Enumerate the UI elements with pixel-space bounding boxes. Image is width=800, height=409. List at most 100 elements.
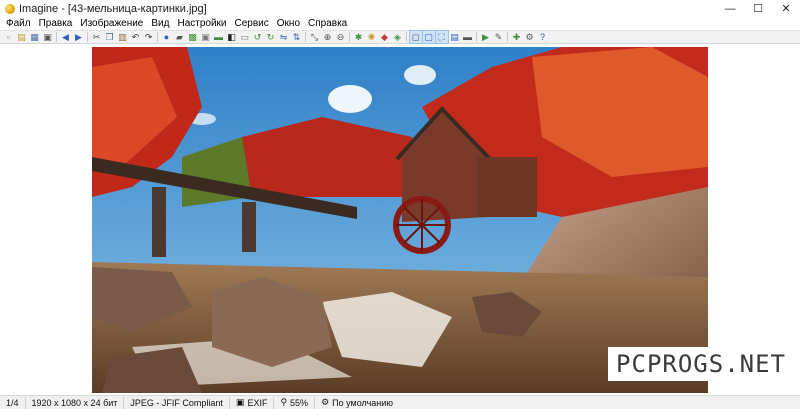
printer-button[interactable]: ▣ [200, 31, 212, 43]
print-icon: ▣ [43, 32, 52, 42]
status-zoom[interactable]: ⚲ 55% [274, 396, 316, 409]
rotate-right-icon: ↻ [266, 32, 275, 42]
brightness-button[interactable]: ✺ [366, 31, 378, 43]
status-zoom-value: 55% [290, 397, 309, 408]
flip-icon: ⇋ [279, 32, 288, 42]
menu-settings[interactable]: Настройки [173, 18, 230, 29]
back-button[interactable]: ◀ [60, 31, 72, 43]
close-button[interactable]: ✕ [772, 0, 800, 17]
tools-icon: ✎ [494, 32, 503, 42]
rotate-right-button[interactable]: ↻ [265, 31, 277, 43]
monitor-button[interactable]: ▬ [462, 31, 474, 43]
fullscreen-icon: ⛶ [438, 32, 445, 42]
cut-icon: ✂ [92, 32, 101, 42]
filter-button[interactable]: ◈ [392, 31, 404, 43]
toolbar-separator [157, 32, 158, 42]
rotate-left-button[interactable]: ↺ [252, 31, 264, 43]
status-mode[interactable]: ⚙ По умолчанию [315, 397, 399, 409]
filter-icon: ◈ [394, 32, 401, 42]
toolbar-separator [56, 32, 57, 42]
fullscreen-button[interactable]: ⛶ [434, 30, 449, 44]
scanner-icon: ▬ [214, 32, 223, 42]
printer-icon: ▣ [201, 32, 210, 42]
help-icon: ? [539, 32, 545, 42]
actual-size-button[interactable]: ▢ [421, 30, 436, 44]
plugin-icon: ✚ [512, 32, 521, 42]
window-controls: — ☐ ✕ [716, 0, 800, 17]
info-button[interactable]: ● [161, 31, 173, 43]
toolbar-separator [406, 32, 407, 42]
slideshow-button[interactable]: ▶ [480, 31, 492, 43]
save-icon: ▦ [30, 32, 39, 42]
forward-button[interactable]: ▶ [73, 31, 85, 43]
fit-button[interactable]: ◻ [408, 30, 423, 44]
actual-size-icon: ▢ [424, 32, 433, 42]
scanner-button[interactable]: ▬ [213, 31, 225, 43]
flip-button[interactable]: ⇋ [278, 31, 290, 43]
mirror-button[interactable]: ⇅ [291, 31, 303, 43]
toolbar: ▫ ▤ ▦ ▣ ◀ ▶ ✂ ❐ ▥ ↶ ↷ ● ▰ ▩ ▣ ▬ ◧ ▭ ↺ ↻ ⇋ ⇅ ⤡ ⊕ ⊖ ✱ ✺ ◆ ◈ ◻ ▢ ⛶ ▤ ▬ ▶ ✎ ✚ ⚙? [0, 30, 800, 44]
toolbar-separator [507, 32, 508, 42]
effect-icon: ✱ [354, 32, 363, 42]
tools-button[interactable]: ✎ [493, 31, 505, 43]
resize-button[interactable]: ⤡ [309, 31, 321, 43]
menu-view[interactable]: Вид [147, 18, 173, 29]
crop-button[interactable]: ▭ [239, 31, 251, 43]
paste-button[interactable]: ▥ [117, 31, 129, 43]
image-button[interactable]: ▩ [187, 31, 199, 43]
image-canvas[interactable]: PCPROGS.NET [0, 45, 800, 395]
color-button[interactable]: ◆ [379, 31, 391, 43]
redo-icon: ↷ [144, 32, 153, 42]
undo-button[interactable]: ↶ [130, 31, 142, 43]
crop-icon: ▭ [240, 32, 249, 42]
copy-button[interactable]: ❐ [104, 31, 116, 43]
copy-icon: ❐ [105, 32, 114, 42]
zoom-in-button[interactable]: ⊕ [322, 31, 334, 43]
photo-image [92, 47, 708, 393]
status-exif-label: EXIF [247, 397, 268, 408]
effect-button[interactable]: ✱ [353, 31, 365, 43]
menu-file[interactable]: Файл [2, 18, 35, 29]
menu-tools[interactable]: Сервис [231, 18, 273, 29]
undo-icon: ↶ [131, 32, 140, 42]
paste-icon: ▥ [118, 32, 127, 42]
settings-icon: ⚙ [321, 397, 330, 407]
watermark-logo: PCPROGS.NET [608, 347, 794, 381]
help-button[interactable]: ? [537, 31, 549, 43]
new-icon: ▫ [6, 32, 11, 42]
image-icon: ▩ [188, 32, 197, 42]
new-button[interactable]: ▫ [3, 31, 15, 43]
monitor-icon: ▬ [463, 32, 472, 42]
minimize-button[interactable]: — [716, 0, 744, 17]
menu-image[interactable]: Изображение [76, 18, 147, 29]
menu-edit[interactable]: Правка [35, 18, 77, 29]
camera-icon: ▣ [235, 397, 245, 407]
status-image-index: 1/4 [0, 396, 26, 409]
window-button[interactable]: ▤ [449, 31, 461, 43]
maximize-button[interactable]: ☐ [744, 0, 772, 17]
save-button[interactable]: ▦ [29, 31, 41, 43]
resize-icon: ⤡ [310, 32, 319, 42]
fit-icon: ◻ [411, 32, 420, 42]
camera-button[interactable]: ▰ [174, 31, 186, 43]
settings-button[interactable]: ⚙ [524, 31, 536, 43]
window-icon: ▤ [450, 32, 459, 42]
contrast-button[interactable]: ◧ [226, 31, 238, 43]
toolbar-separator [349, 32, 350, 42]
menu-window[interactable]: Окно [273, 18, 304, 29]
redo-button[interactable]: ↷ [143, 31, 155, 43]
settings-icon: ⚙ [525, 32, 534, 42]
menu-bar: Файл Правка Изображение Вид Настройки Се… [0, 17, 800, 30]
status-exif[interactable]: ▣ EXIF [230, 396, 275, 409]
slideshow-icon: ▶ [482, 32, 489, 42]
cut-button[interactable]: ✂ [91, 31, 103, 43]
open-button[interactable]: ▤ [16, 31, 28, 43]
status-mode-label: По умолчанию [332, 397, 394, 408]
back-icon: ◀ [62, 32, 69, 42]
print-button[interactable]: ▣ [42, 31, 54, 43]
menu-help[interactable]: Справка [304, 18, 351, 29]
zoom-in-icon: ⊕ [323, 32, 332, 42]
app-logo-icon [5, 3, 15, 14]
zoom-out-button[interactable]: ⊖ [335, 31, 347, 43]
plugin-button[interactable]: ✚ [511, 31, 523, 43]
